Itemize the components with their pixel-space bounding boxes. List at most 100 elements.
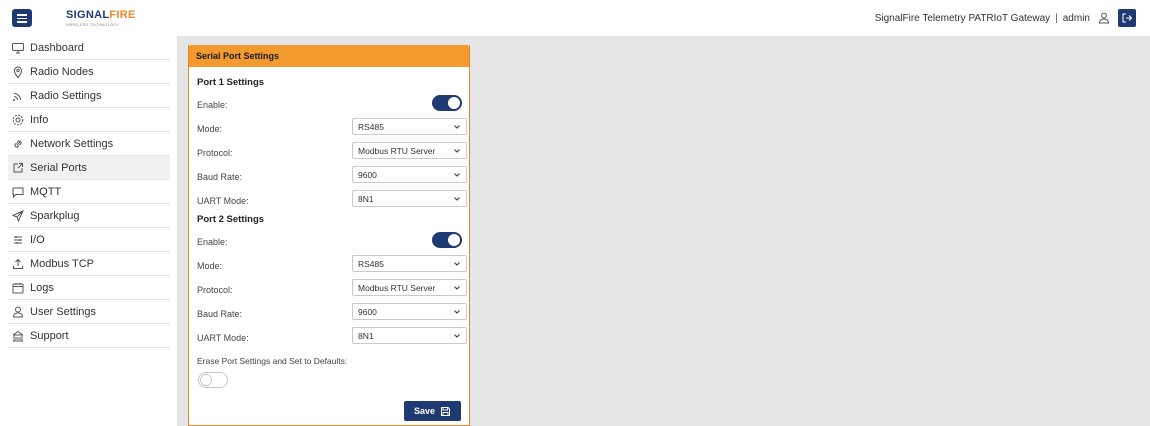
port1-mode-label: Mode:: [197, 124, 223, 134]
sidebar-item-io[interactable]: I/O: [8, 228, 170, 252]
gear-icon: [11, 113, 25, 127]
header-right: SignalFire Telemetry PATRIoT Gateway | a…: [875, 9, 1136, 27]
port1-baud-select[interactable]: 9600: [352, 166, 467, 183]
chevron-down-icon: [454, 285, 460, 290]
save-label: Save: [413, 406, 436, 416]
dashboard-icon: [11, 41, 25, 55]
hamburger-icon-line: [17, 21, 27, 23]
sidebar-item-info[interactable]: Info: [8, 108, 170, 132]
port1-protocol-label: Protocol:: [197, 148, 233, 158]
port2-protocol-label: Protocol:: [197, 285, 233, 295]
port2-enable-label: Enable:: [197, 237, 228, 247]
sidebar-item-label: Modbus TCP: [30, 257, 94, 270]
logout-button[interactable]: [1118, 9, 1136, 27]
sidebar-item-modbus-tcp[interactable]: Modbus TCP: [8, 252, 170, 276]
toggle-knob: [200, 374, 212, 386]
chevron-down-icon: [454, 196, 460, 201]
sidebar-item-radio-nodes[interactable]: Radio Nodes: [8, 60, 170, 84]
menu-toggle-button[interactable]: [12, 9, 32, 27]
toggle-knob: [448, 234, 460, 246]
port2-baud-select[interactable]: 9600: [352, 303, 467, 320]
port1-enable-label: Enable:: [197, 100, 228, 110]
top-header: SIGNALFIRE WIRELESS TECHNOLOGY SignalFir…: [0, 0, 1150, 36]
sidebar-item-mqtt[interactable]: MQTT: [8, 180, 170, 204]
sidebar-item-label: Dashboard: [30, 41, 84, 54]
card-title: Serial Port Settings: [189, 45, 469, 67]
port2-mode-select[interactable]: RS485: [352, 255, 467, 272]
port1-protocol-select[interactable]: Modbus RTU Server: [352, 142, 467, 159]
sidebar-item-support[interactable]: Support: [8, 324, 170, 348]
port1-uart-label: UART Mode:: [197, 196, 249, 206]
save-button[interactable]: Save: [404, 401, 461, 421]
sidebar-item-label: MQTT: [30, 185, 62, 198]
sidebar-item-label: User Settings: [30, 305, 97, 318]
port2-enable-toggle[interactable]: [432, 232, 462, 248]
logo-tagline: WIRELESS TECHNOLOGY: [66, 22, 120, 27]
port1-mode-select[interactable]: RS485: [352, 118, 467, 135]
sidebar-item-serial-ports[interactable]: Serial Ports: [8, 156, 170, 180]
sidebar-item-dashboard[interactable]: Dashboard: [8, 36, 170, 60]
hamburger-icon-line: [17, 17, 27, 19]
erase-defaults-label: Erase Port Settings and Set to Defaults:: [197, 356, 348, 366]
send-icon: [11, 209, 25, 223]
calendar-icon: [11, 281, 25, 295]
building-icon: [11, 329, 25, 343]
sidebar-item-radio-settings[interactable]: Radio Settings: [8, 84, 170, 108]
floppy-disk-icon: [441, 406, 451, 416]
port1-title: Port 1 Settings: [197, 77, 265, 88]
toggle-knob: [448, 97, 460, 109]
sidebar-item-label: Logs: [30, 281, 54, 294]
logout-icon: [1122, 13, 1133, 23]
port2-mode-label: Mode:: [197, 261, 223, 271]
sidebar-item-label: Support: [30, 329, 69, 342]
sidebar-item-label: Serial Ports: [30, 161, 87, 174]
port1-baud-label: Baud Rate:: [197, 172, 243, 182]
hamburger-icon: [17, 14, 27, 16]
map-pin-icon: [11, 65, 25, 79]
sidebar-item-label: Sparkplug: [30, 209, 80, 222]
sidebar-item-sparkplug[interactable]: Sparkplug: [8, 204, 170, 228]
serial-port-settings-card: Serial Port Settings Port 1 Settings Ena…: [188, 45, 470, 426]
link-icon: [11, 137, 25, 151]
chevron-down-icon: [454, 172, 460, 177]
chat-icon: [11, 185, 25, 199]
sidebar-item-label: Radio Nodes: [30, 65, 94, 78]
logo-text-signal: SIGNAL: [66, 9, 110, 21]
port1-enable-toggle[interactable]: [432, 95, 462, 111]
sidebar-item-network-settings[interactable]: Network Settings: [8, 132, 170, 156]
chevron-down-icon: [454, 261, 460, 266]
select-value: RS485: [358, 121, 384, 132]
sidebar-item-label: Network Settings: [30, 137, 114, 150]
logo-text-fire: FIRE: [109, 9, 136, 21]
erase-defaults-toggle[interactable]: [198, 372, 228, 388]
chevron-down-icon: [454, 148, 460, 153]
user-icon: [11, 305, 25, 319]
select-value: 8N1: [358, 193, 374, 204]
sidebar-item-label: Radio Settings: [30, 89, 102, 102]
select-value: RS485: [358, 258, 384, 269]
select-value: 9600: [358, 169, 377, 180]
sidebar-item-label: I/O: [30, 233, 45, 246]
port2-title: Port 2 Settings: [197, 214, 265, 225]
port2-baud-label: Baud Rate:: [197, 309, 243, 319]
sidebar-item-logs[interactable]: Logs: [8, 276, 170, 300]
upload-icon: [11, 257, 25, 271]
signal-icon: [11, 89, 25, 103]
sidebar: Dashboard Radio Nodes Radio Settings Inf…: [0, 36, 178, 426]
port2-uart-select[interactable]: 8N1: [352, 327, 467, 344]
sidebar-item-user-settings[interactable]: User Settings: [8, 300, 170, 324]
port2-protocol-select[interactable]: Modbus RTU Server: [352, 279, 467, 296]
signalfire-logo[interactable]: SIGNALFIRE: [66, 9, 136, 21]
user-icon[interactable]: [1098, 12, 1110, 24]
port2-uart-label: UART Mode:: [197, 333, 249, 343]
select-value: Modbus RTU Server: [358, 282, 436, 293]
gateway-title: SignalFire Telemetry PATRIoT Gateway: [874, 12, 1051, 24]
select-value: 9600: [358, 306, 377, 317]
username: admin: [1062, 12, 1090, 24]
external-link-icon: [11, 161, 25, 175]
chevron-down-icon: [454, 124, 460, 129]
sidebar-item-label: Info: [30, 113, 49, 126]
select-value: Modbus RTU Server: [358, 145, 436, 156]
port1-uart-select[interactable]: 8N1: [352, 190, 467, 207]
select-value: 8N1: [358, 330, 374, 341]
